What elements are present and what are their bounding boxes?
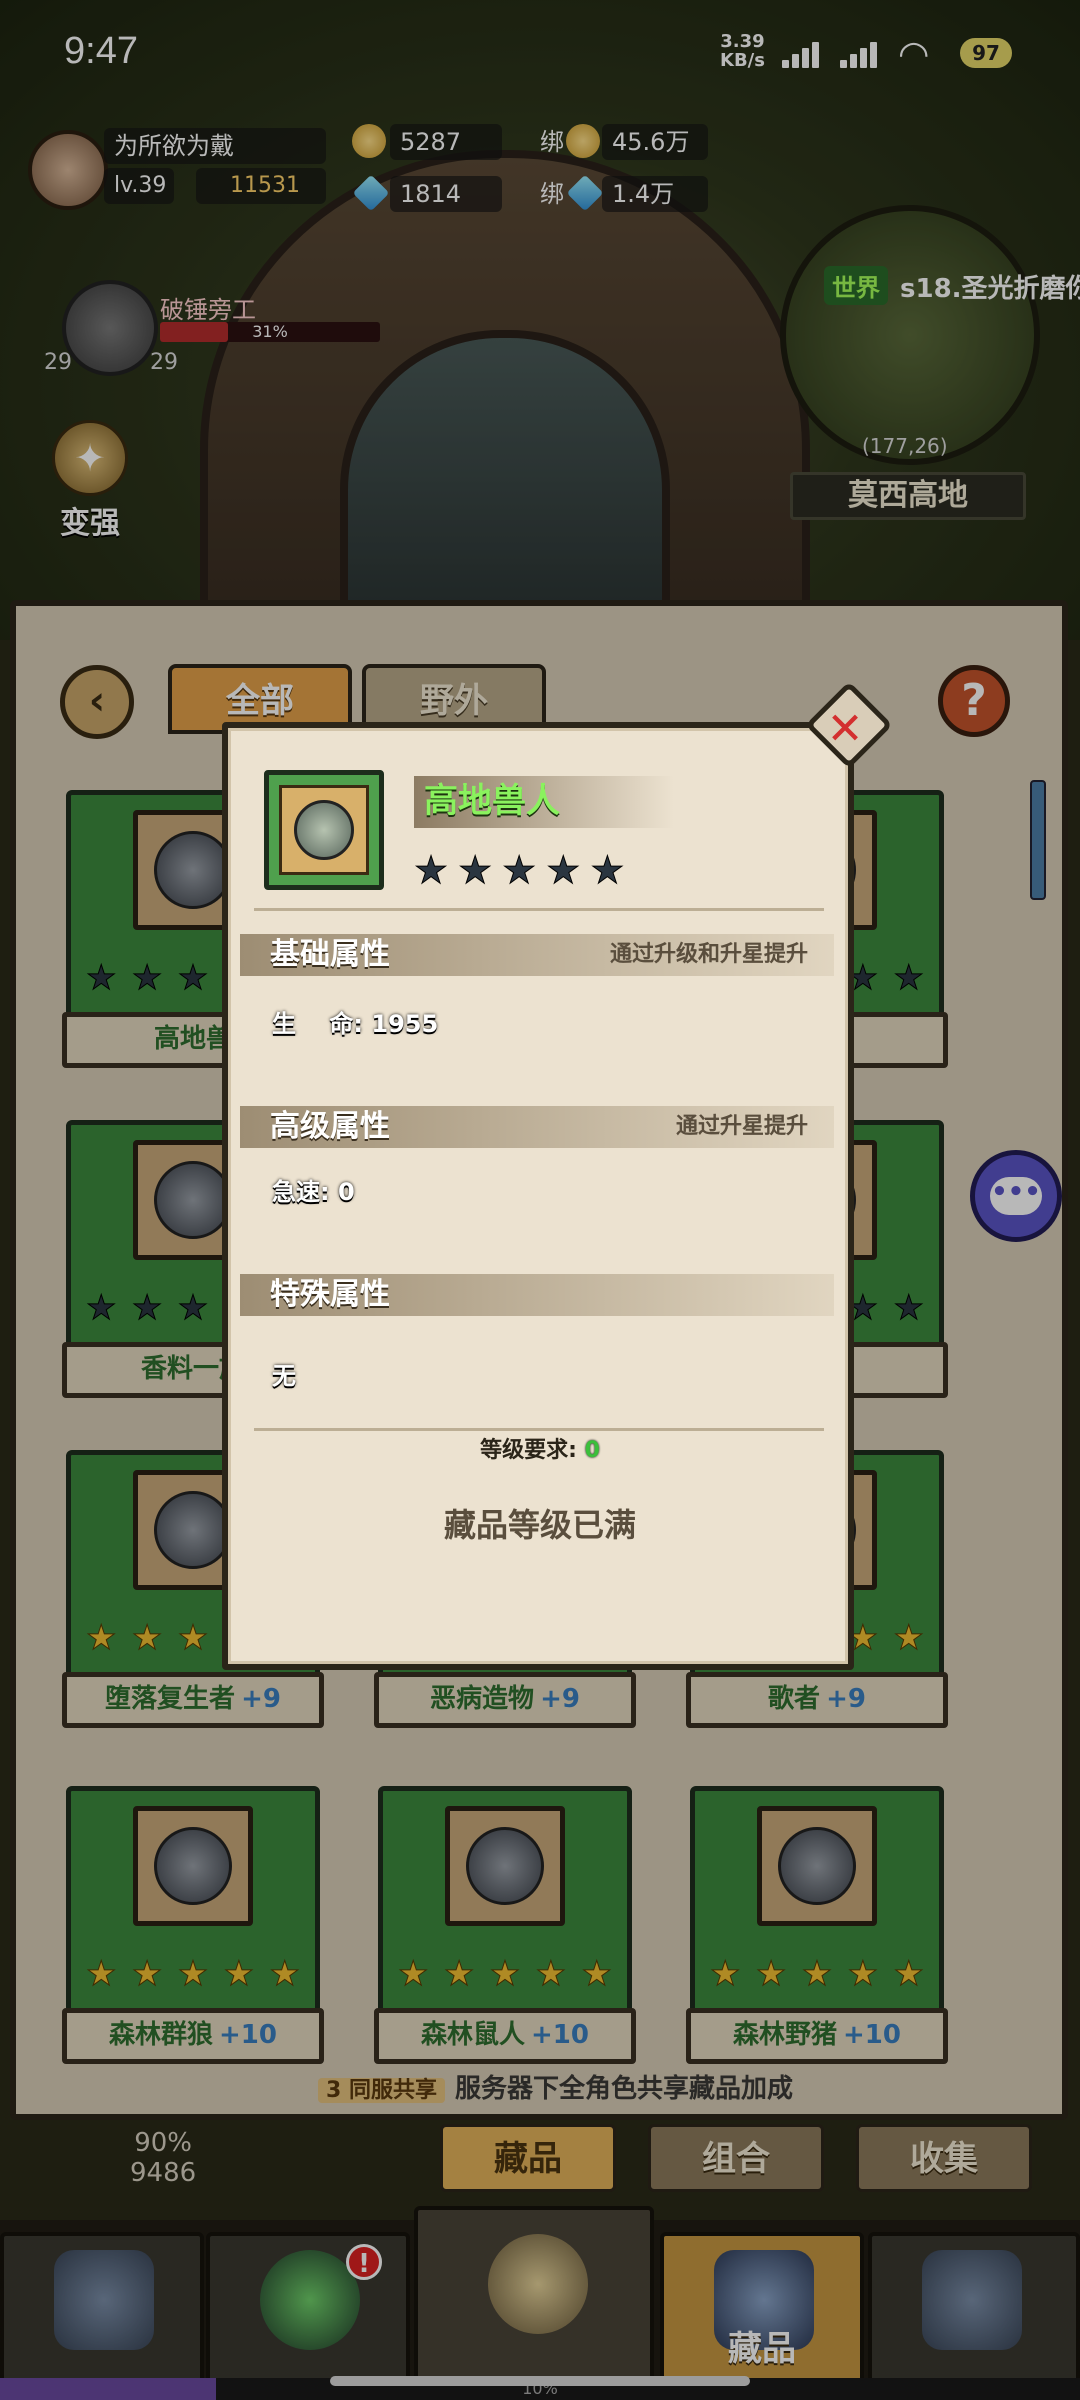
item-portrait (264, 770, 384, 890)
star-icon: ★ (590, 848, 625, 893)
close-icon: ✕ (826, 703, 864, 755)
item-stars: ★ ★ ★ ★ ★ (413, 848, 625, 893)
item-title: 高地兽人 (414, 776, 674, 828)
divider (254, 908, 824, 911)
star-icon: ★ (546, 848, 581, 893)
basic-attr-header: 基础属性 通过升级和升星提升 (240, 934, 834, 976)
hp-attr: 生 命: 1955 (272, 1010, 439, 1038)
orc-icon (294, 800, 354, 860)
star-icon: ★ (458, 848, 493, 893)
level-requirement: 等级要求: 0 (480, 1438, 600, 1463)
star-icon: ★ (413, 848, 449, 893)
star-icon: ★ (502, 848, 537, 893)
max-level-status: 藏品等级已满 (443, 1506, 636, 1544)
special-attr-header: 特殊属性 (240, 1274, 834, 1316)
advanced-attr-header: 高级属性 通过升星提升 (240, 1106, 834, 1148)
haste-attr: 急速: 0 (272, 1178, 355, 1206)
special-attr-value: 无 (272, 1362, 296, 1390)
divider (254, 1428, 824, 1431)
